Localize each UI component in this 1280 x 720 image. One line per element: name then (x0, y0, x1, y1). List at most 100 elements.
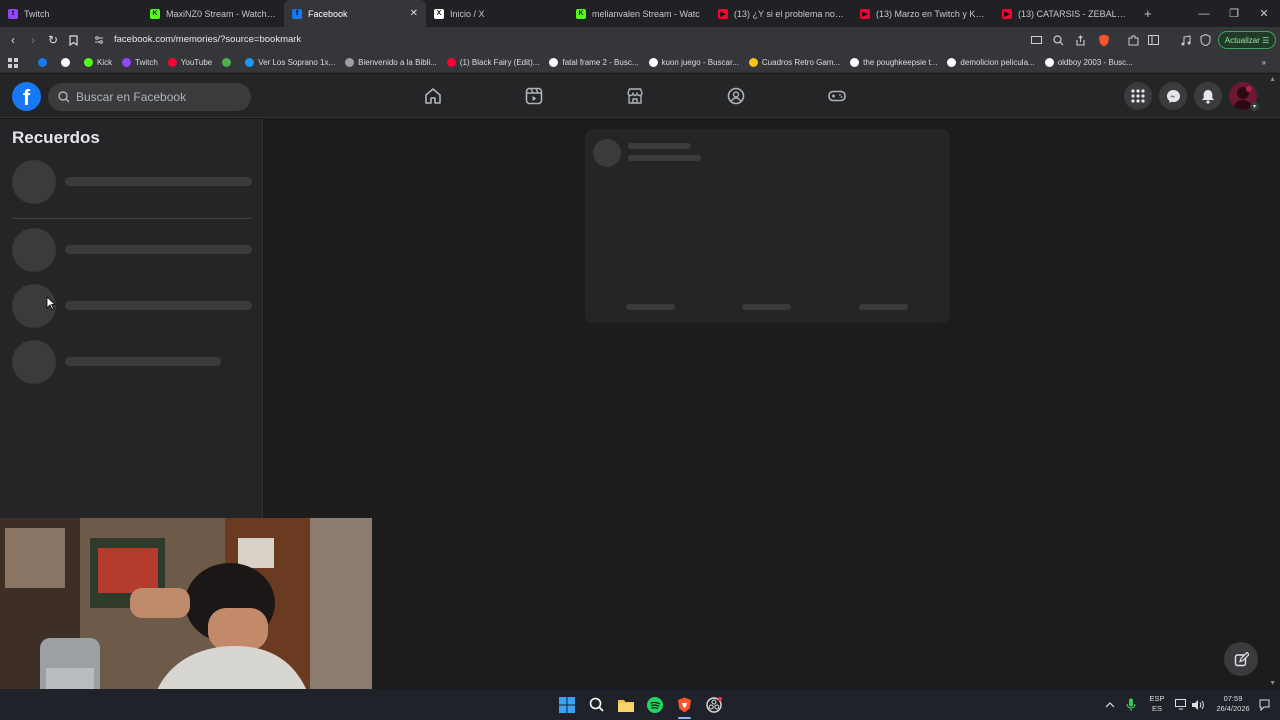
network-icon[interactable] (1173, 696, 1190, 713)
reels-icon[interactable] (524, 86, 544, 106)
bookmark-item[interactable]: Kick (84, 58, 112, 67)
scroll-up-icon[interactable]: ▲ (1269, 76, 1276, 83)
restore-icon[interactable]: ❐ (1218, 0, 1250, 27)
bookmark-item[interactable]: Bienvenido a la Bibli... (345, 58, 437, 67)
tray-overflow-icon[interactable] (1101, 696, 1118, 713)
groups-icon[interactable] (726, 86, 746, 106)
install-app-icon[interactable] (1029, 33, 1043, 47)
browser-tab-label: Twitch (24, 8, 50, 19)
extensions-icon[interactable] (1126, 33, 1140, 47)
marketplace-icon[interactable] (625, 86, 645, 106)
bookmark-icon[interactable] (66, 33, 80, 47)
bookmark-item[interactable] (38, 58, 51, 67)
update-label: Actualizar (1224, 35, 1260, 45)
bookmark-item[interactable]: oldboy 2003 - Busc... (1044, 58, 1133, 67)
skeleton-line (65, 177, 252, 186)
browser-tab-label: Inicio / X (450, 8, 485, 19)
share-icon[interactable] (1073, 33, 1087, 47)
facebook-logo[interactable]: f (12, 82, 41, 111)
notification-center-icon[interactable] (1256, 696, 1273, 713)
bookmark-item[interactable]: Ver Los Soprano 1x... (245, 58, 335, 67)
minimize-icon[interactable]: — (1188, 0, 1220, 27)
new-tab-button[interactable]: + (1136, 0, 1160, 27)
memory-card-skeleton (585, 129, 950, 323)
page-icon (345, 58, 355, 67)
bookmark-item[interactable] (61, 58, 74, 67)
skeleton-avatar (593, 139, 621, 167)
clock[interactable]: 07:59 26/4/2026 (1208, 694, 1258, 714)
youtube-icon: ▶ (1002, 8, 1012, 19)
bookmark-item[interactable]: (1) Black Fairy (Edit)... (446, 58, 539, 67)
brave-shield-icon[interactable] (1097, 33, 1111, 47)
bookmark-item[interactable]: kuon juego - Buscar... (648, 58, 739, 67)
language-indicator[interactable]: ESP ES (1146, 694, 1168, 714)
update-button[interactable]: Actualizar ☰ (1218, 31, 1276, 49)
bookmark-item[interactable]: fatal frame 2 - Busc... (549, 58, 639, 67)
bookmark-item[interactable] (222, 58, 235, 67)
browser-tab[interactable]: ▶ (13) CATARSIS - ZEBALLOS (994, 0, 1136, 27)
mouse-cursor (46, 296, 57, 315)
close-window-icon[interactable]: ✕ (1248, 0, 1280, 27)
bookmark-label: demolicion pelicula... (960, 58, 1035, 67)
browser-tab[interactable]: K MaxiNZ0 Stream - Watch Li (142, 0, 284, 27)
url-input[interactable]: facebook.com/memories/?source=bookmark (114, 34, 301, 45)
google-icon (1044, 58, 1054, 67)
menu-icon: ☰ (1262, 35, 1270, 45)
more-bookmarks-icon[interactable]: » (1262, 58, 1266, 67)
new-message-button[interactable] (1224, 642, 1258, 676)
gaming-icon[interactable] (827, 86, 847, 106)
brave-browser-icon[interactable] (676, 696, 693, 719)
active-indicator (678, 717, 691, 719)
forward-icon[interactable]: › (26, 33, 40, 47)
messenger-icon[interactable] (1159, 82, 1187, 110)
search-icon[interactable] (588, 696, 605, 713)
bookmark-label: Kick (97, 58, 113, 67)
sidebar-toggle-icon[interactable] (1146, 33, 1160, 47)
bookmark-item[interactable]: demolicion pelicula... (947, 58, 1035, 67)
browser-tab[interactable]: t Twitch (0, 0, 142, 27)
reload-icon[interactable]: ↻ (46, 33, 60, 47)
browser-tab[interactable]: f Facebook ✕ (284, 0, 426, 27)
file-explorer-icon[interactable] (617, 696, 634, 713)
search-box[interactable] (48, 83, 251, 111)
close-tab-icon[interactable]: ✕ (410, 8, 418, 19)
apps-icon[interactable] (8, 57, 18, 68)
bookmark-item[interactable]: the poughkeepsie t... (850, 58, 937, 67)
youtube-icon (167, 58, 177, 67)
vpn-icon[interactable] (1198, 33, 1212, 47)
skeleton-line (65, 357, 221, 366)
bookmark-item[interactable]: Cuadros Retro Gam... (748, 58, 840, 67)
menu-grid-icon[interactable] (1124, 82, 1152, 110)
site-info-icon[interactable] (92, 33, 106, 47)
chevron-down-icon[interactable]: ▾ (1250, 102, 1259, 111)
google-icon (947, 58, 957, 67)
home-icon[interactable] (423, 86, 443, 106)
bookmark-list: Kick Twitch YouTube Ver Los Soprano 1x... Bi… (38, 58, 1143, 67)
page-icon (245, 58, 255, 67)
notifications-icon[interactable] (1194, 82, 1222, 110)
windows-start-icon[interactable] (558, 696, 575, 713)
webcam-overlay (0, 518, 372, 716)
browser-tab[interactable]: ▶ (13) ¿Y si el problema no eras t (710, 0, 852, 27)
search-input[interactable] (76, 90, 246, 104)
browser-tab-label: (13) CATARSIS - ZEBALLOS (1018, 8, 1128, 19)
bookmark-item[interactable]: YouTube (167, 58, 212, 67)
bookmarks-bar: Kick Twitch YouTube Ver Los Soprano 1x... Bi… (0, 53, 1280, 73)
back-icon[interactable]: ‹ (6, 33, 20, 47)
spotify-icon[interactable] (646, 696, 663, 713)
scroll-down-icon[interactable]: ▼ (1269, 680, 1276, 687)
skeleton-line (65, 245, 252, 254)
browser-tab[interactable]: X Inicio / X (426, 0, 568, 27)
media-icon[interactable] (1178, 33, 1192, 47)
browser-tab[interactable]: ▶ (13) Marzo en Twitch y Kick Ar (852, 0, 994, 27)
volume-icon[interactable] (1189, 696, 1206, 713)
skeleton-action (742, 304, 791, 310)
microphone-icon[interactable] (1122, 696, 1139, 713)
skeleton-line (628, 155, 701, 161)
zoom-icon[interactable] (1051, 33, 1065, 47)
skeleton-action (626, 304, 675, 310)
bookmark-item[interactable]: Twitch (122, 58, 158, 67)
obs-icon[interactable] (705, 696, 722, 713)
keyboard-layout: ES (1151, 704, 1162, 713)
browser-tab[interactable]: Kmelianvalen Stream - Watc (568, 0, 710, 27)
